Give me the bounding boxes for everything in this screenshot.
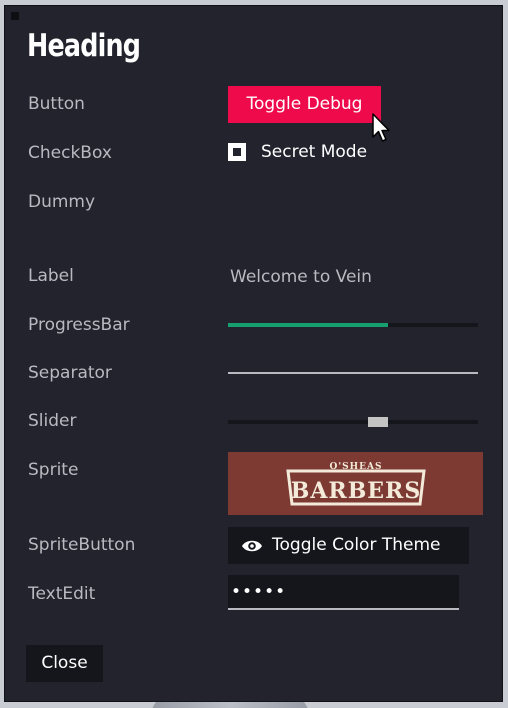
window-heading: Heading: [27, 28, 141, 64]
row-label-checkbox: CheckBox: [28, 143, 112, 163]
row-label-label: Label: [28, 266, 74, 286]
svg-text:BARBERS: BARBERS: [291, 478, 421, 504]
horizontal-separator: [228, 372, 478, 374]
row-label-sprite: Sprite: [28, 460, 79, 480]
row-label-textedit: TextEdit: [28, 584, 96, 604]
toggle-debug-button[interactable]: Toggle Debug: [228, 86, 381, 123]
row-label-progressbar: ProgressBar: [28, 315, 130, 335]
row-label-button: Button: [28, 94, 85, 114]
barbers-logo: O'SHEAS BARBERS: [286, 462, 426, 506]
slider-track[interactable]: [228, 417, 478, 427]
row-label-dummy: Dummy: [28, 192, 96, 212]
password-text-edit[interactable]: [228, 575, 459, 610]
checkbox-check-mark: [233, 148, 241, 156]
close-button[interactable]: Close: [26, 645, 103, 682]
secret-mode-checkbox[interactable]: [228, 143, 246, 161]
ui-window: Heading Button Toggle Debug CheckBox Sec…: [4, 5, 503, 702]
welcome-label-text: Welcome to Vein: [230, 267, 372, 287]
row-label-slider: Slider: [28, 411, 77, 431]
secret-mode-label[interactable]: Secret Mode: [261, 142, 367, 162]
mouse-pointer-icon: [372, 113, 390, 142]
toggle-color-theme-button[interactable]: Toggle Color Theme: [228, 527, 469, 564]
row-label-separator: Separator: [28, 363, 112, 383]
window-corner-handle[interactable]: [11, 12, 19, 20]
eye-icon: [242, 540, 262, 552]
progress-bar: [228, 323, 478, 327]
toggle-color-theme-label: Toggle Color Theme: [272, 535, 441, 555]
barbers-sprite-image: O'SHEAS BARBERS: [228, 452, 483, 515]
slider-grabber[interactable]: [368, 417, 388, 427]
progress-bar-fill: [228, 323, 388, 327]
row-label-spritebutton: SpriteButton: [28, 535, 136, 555]
svg-text:O'SHEAS: O'SHEAS: [330, 462, 383, 472]
